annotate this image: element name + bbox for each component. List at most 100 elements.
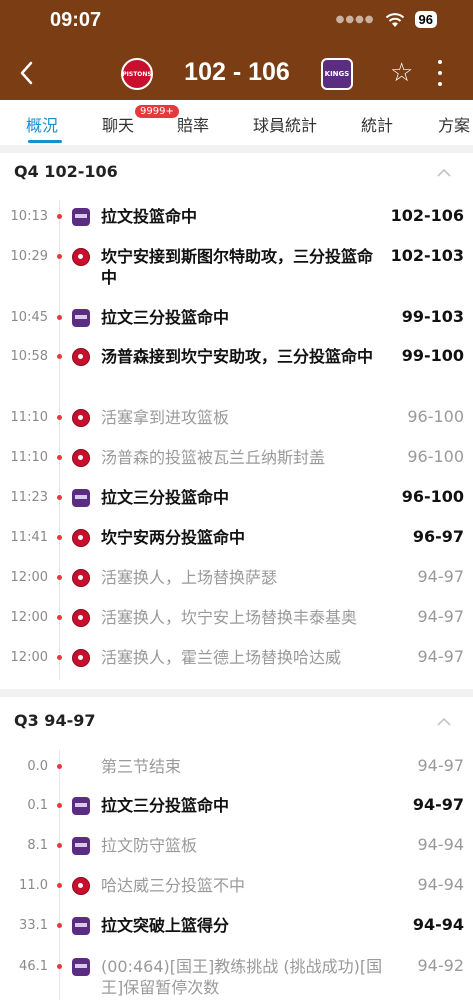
timeline-dot — [57, 214, 62, 219]
timeline-dot — [57, 803, 62, 808]
pistons-logo-icon — [72, 569, 90, 587]
kings-logo-icon — [72, 489, 90, 507]
event-description: 拉文三分投篮命中 — [101, 796, 230, 815]
event-description: 活塞换人，坎宁安上场替换丰泰基奥 — [101, 608, 358, 627]
event-score: 94-97 — [412, 795, 464, 814]
event-score: 94-94 — [417, 835, 465, 854]
chevron-up-icon[interactable] — [436, 717, 452, 727]
timeline-dot — [57, 764, 62, 769]
event-score: 96-100 — [407, 407, 464, 426]
event-description: 拉文防守篮板 — [101, 836, 198, 855]
timeline-dot — [57, 923, 62, 928]
match-score: 102 - 106 — [184, 58, 290, 86]
event-score: 96-97 — [412, 527, 464, 546]
event-score: 94-97 — [417, 756, 465, 775]
event-score: 94-97 — [417, 567, 465, 586]
event-time: 11.0 — [19, 878, 48, 893]
section-separator — [0, 145, 473, 153]
more-options-icon[interactable] — [434, 60, 446, 86]
event-score: 99-100 — [401, 346, 464, 365]
event-time: 10:29 — [10, 249, 48, 264]
event-description: 哈达威三分投篮不中 — [101, 876, 246, 895]
event-time: 12:00 — [10, 650, 48, 665]
battery-indicator: 96 — [414, 11, 437, 28]
event-description: 第三节结束 — [101, 757, 182, 776]
timeline-dot — [57, 254, 62, 259]
timeline-line — [59, 750, 60, 1000]
event-time: 12:00 — [10, 570, 48, 585]
timeline-dot — [57, 455, 62, 460]
event-description: 拉文突破上篮得分 — [101, 916, 230, 935]
timeline-dot — [57, 575, 62, 580]
event-score: 94-94 — [412, 915, 464, 934]
event-description: 汤普森的投篮被瓦兰丘纳斯封盖 — [101, 448, 326, 467]
status-icons: ●●●● 96 — [336, 11, 437, 28]
tab-chat[interactable]: 聊天 — [102, 112, 134, 136]
event-time: 0.0 — [27, 759, 48, 774]
tab-player-stats[interactable]: 球員統計 — [253, 112, 317, 136]
timeline-dot — [57, 655, 62, 660]
event-time: 11:10 — [10, 410, 48, 425]
pistons-logo-icon — [72, 248, 90, 266]
event-score: 99-103 — [401, 307, 464, 326]
event-description: (00:464)[国王]教练挑战 (挑战成功)[国王]保留暂停次数 — [101, 957, 383, 997]
home-team-logo[interactable]: PISTONS — [121, 58, 153, 90]
chevron-up-icon[interactable] — [436, 168, 452, 178]
timeline-dot — [57, 615, 62, 620]
pistons-logo-icon — [72, 877, 90, 895]
timeline-dot — [57, 843, 62, 848]
away-team-logo[interactable]: KINGS — [321, 58, 353, 90]
pistons-logo-icon — [72, 529, 90, 547]
signal-icon: ●●●● — [335, 14, 375, 25]
tab-bar: 概況 聊天 賠率 球員統計 統計 方案 — [0, 100, 473, 145]
status-time: 09:07 — [50, 9, 102, 31]
event-score: 102-103 — [390, 246, 464, 265]
pistons-logo-icon — [72, 649, 90, 667]
tab-stats[interactable]: 統計 — [361, 112, 393, 136]
timeline-dot — [57, 964, 62, 969]
pistons-logo-icon — [72, 409, 90, 427]
timeline-dot — [57, 354, 62, 359]
back-arrow-icon[interactable] — [16, 58, 38, 88]
event-time: 12:00 — [10, 610, 48, 625]
event-time: 8.1 — [27, 838, 48, 853]
kings-logo-icon — [72, 958, 90, 976]
wifi-icon — [385, 12, 404, 27]
event-score: 94-94 — [417, 875, 465, 894]
timeline-dot — [57, 535, 62, 540]
chat-badge: 9999+ — [135, 105, 179, 118]
event-description: 坎宁安两分投篮命中 — [101, 528, 246, 547]
kings-logo-icon — [72, 917, 90, 935]
favorite-star-icon[interactable]: ☆ — [390, 58, 413, 88]
kings-logo-icon — [72, 797, 90, 815]
event-time: 33.1 — [19, 918, 48, 933]
event-score: 102-106 — [390, 206, 464, 225]
quarter-header[interactable]: Q3 94-97 — [14, 711, 95, 730]
tab-overview[interactable]: 概況 — [26, 112, 58, 136]
kings-logo-icon — [72, 309, 90, 327]
event-time: 10:13 — [10, 209, 48, 224]
timeline-dot — [57, 315, 62, 320]
active-tab-indicator — [28, 140, 62, 143]
event-description: 拉文三分投篮命中 — [101, 488, 230, 507]
event-score: 94-97 — [417, 647, 465, 666]
section-separator — [0, 689, 473, 697]
kings-logo-icon — [72, 837, 90, 855]
event-time: 10:58 — [10, 349, 48, 364]
tab-odds[interactable]: 賠率 — [177, 112, 209, 136]
event-score: 94-92 — [417, 956, 465, 975]
event-description: 汤普森接到坎宁安助攻，三分投篮命中 — [101, 347, 374, 366]
event-description: 坎宁安接到斯图尔特助攻，三分投篮命中 — [101, 247, 374, 287]
pistons-logo-icon — [72, 449, 90, 467]
event-time: 11:10 — [10, 450, 48, 465]
quarter-header[interactable]: Q4 102-106 — [14, 162, 118, 181]
timeline-dot — [57, 883, 62, 888]
event-score: 94-97 — [417, 607, 465, 626]
event-description: 活塞换人，霍兰德上场替换哈达威 — [101, 648, 342, 667]
tab-plans[interactable]: 方案 — [438, 112, 470, 136]
event-description: 活塞换人，上场替换萨瑟 — [101, 568, 278, 587]
event-time: 0.1 — [27, 798, 48, 813]
event-time: 11:23 — [10, 490, 48, 505]
event-description: 拉文三分投篮命中 — [101, 308, 230, 327]
timeline-dot — [57, 415, 62, 420]
